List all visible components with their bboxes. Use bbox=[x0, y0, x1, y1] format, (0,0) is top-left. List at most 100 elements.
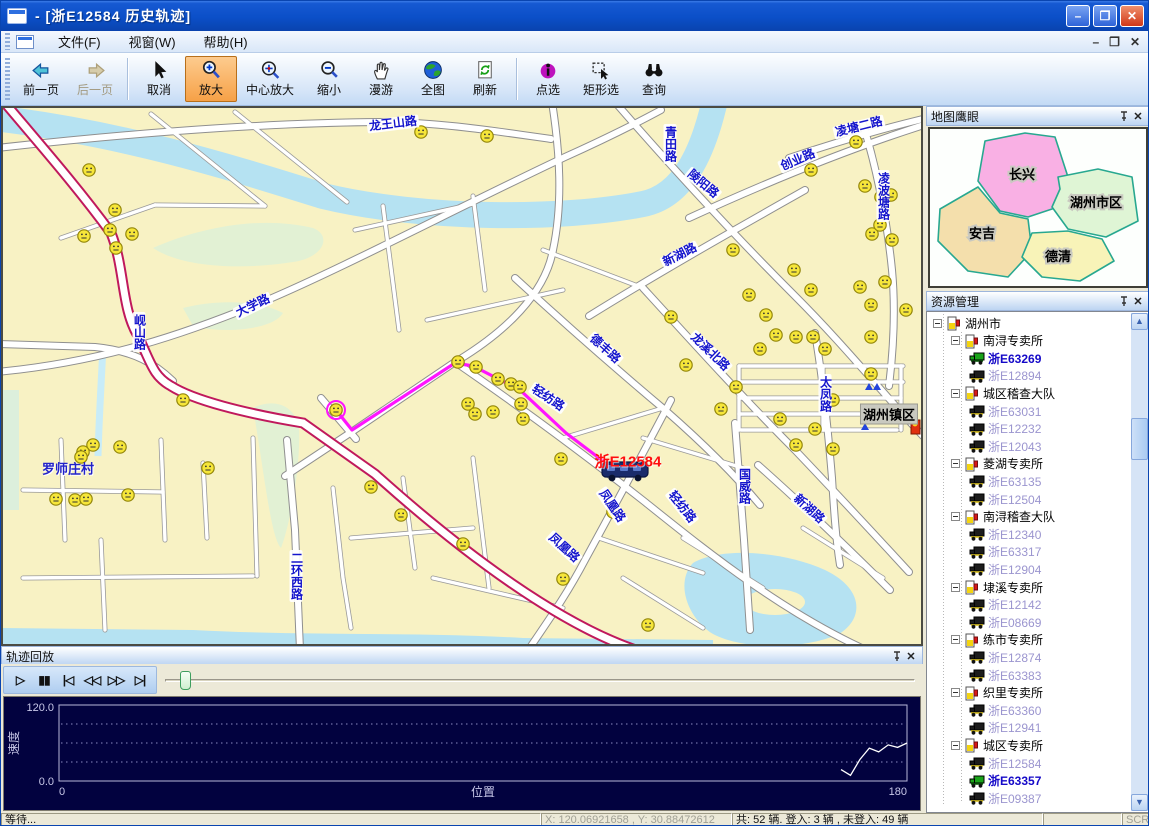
tree-vehicle-浙E63360[interactable]: 浙E63360 bbox=[969, 701, 1041, 719]
resource-close-icon[interactable]: ✕ bbox=[1131, 294, 1145, 308]
map-canvas[interactable] bbox=[3, 108, 921, 644]
vehicle-smiley-marker[interactable] bbox=[452, 356, 464, 368]
vehicle-smiley-marker[interactable] bbox=[642, 619, 654, 631]
vehicle-smiley-marker[interactable] bbox=[788, 264, 800, 276]
vehicle-smiley-marker[interactable] bbox=[110, 242, 122, 254]
fast-forward-button[interactable]: ▷▷ bbox=[104, 669, 128, 691]
collapse-icon[interactable] bbox=[933, 319, 942, 328]
vehicle-smiley-marker[interactable] bbox=[865, 331, 877, 343]
vehicle-smiley-marker[interactable] bbox=[790, 439, 802, 451]
vehicle-smiley-marker[interactable] bbox=[177, 394, 189, 406]
mdi-minimize-button[interactable]: – bbox=[1092, 35, 1099, 49]
map-viewport[interactable]: 龙王山路青田路凌塘二路创业路陵阳路凌波塘路新湖路大学路岘山路德丰路龙溪北路太凤路… bbox=[1, 106, 923, 646]
vehicle-smiley-marker[interactable] bbox=[743, 289, 755, 301]
vehicle-smiley-marker[interactable] bbox=[80, 493, 92, 505]
tree-vehicle-浙E63317[interactable]: 浙E63317 bbox=[969, 543, 1041, 561]
slider-thumb[interactable] bbox=[180, 671, 191, 690]
vehicle-smiley-marker[interactable] bbox=[457, 538, 469, 550]
vehicle-smiley-marker[interactable] bbox=[365, 481, 377, 493]
vehicle-smiley-marker[interactable] bbox=[754, 343, 766, 355]
tree-vehicle-浙E12142[interactable]: 浙E12142 bbox=[969, 596, 1041, 614]
vehicle-smiley-marker[interactable] bbox=[202, 462, 214, 474]
toolbar-button-取消[interactable]: 取消 bbox=[133, 56, 185, 102]
tree-vehicle-浙E63383[interactable]: 浙E63383 bbox=[969, 666, 1041, 684]
tree-node-南浔专卖所[interactable]: 南浔专卖所 bbox=[951, 332, 1043, 350]
tree-node-练市专卖所[interactable]: 练市专卖所 bbox=[951, 631, 1043, 649]
vehicle-smiley-marker[interactable] bbox=[807, 331, 819, 343]
collapse-icon[interactable] bbox=[951, 512, 960, 521]
close-button[interactable]: ✕ bbox=[1120, 5, 1144, 27]
toolbar-button-刷新[interactable]: 刷新 bbox=[459, 56, 511, 102]
vehicle-tree[interactable]: 湖州市南浔专卖所浙E63269浙E12894城区稽查大队浙E63031浙E122… bbox=[926, 311, 1149, 813]
restore-button[interactable]: ❐ bbox=[1093, 5, 1117, 27]
vehicle-smiley-marker[interactable] bbox=[805, 164, 817, 176]
tree-vehicle-浙E12874[interactable]: 浙E12874 bbox=[969, 648, 1041, 666]
mdi-restore-button[interactable]: ❐ bbox=[1109, 35, 1120, 49]
vehicle-smiley-marker[interactable] bbox=[790, 331, 802, 343]
vehicle-smiley-marker[interactable] bbox=[886, 234, 898, 246]
vehicle-smiley-marker[interactable] bbox=[415, 126, 427, 138]
tree-node-城区稽查大队[interactable]: 城区稽查大队 bbox=[951, 384, 1055, 402]
vehicle-smiley-marker[interactable] bbox=[50, 493, 62, 505]
vehicle-smiley-marker[interactable] bbox=[850, 136, 862, 148]
vehicle-smiley-marker[interactable] bbox=[114, 441, 126, 453]
menu-item-0[interactable]: 文件(F) bbox=[44, 30, 115, 53]
pin-icon[interactable] bbox=[1117, 294, 1131, 308]
tree-vehicle-浙E09387[interactable]: 浙E09387 bbox=[969, 789, 1041, 807]
pin-icon[interactable] bbox=[890, 649, 904, 663]
vehicle-smiley-marker[interactable] bbox=[879, 276, 891, 288]
tree-vehicle-浙E12504[interactable]: 浙E12504 bbox=[969, 490, 1041, 508]
collapse-icon[interactable] bbox=[951, 459, 960, 468]
mdi-close-button[interactable]: ✕ bbox=[1130, 35, 1140, 49]
vehicle-smiley-marker[interactable] bbox=[517, 413, 529, 425]
vehicle-smiley-marker[interactable] bbox=[827, 443, 839, 455]
menu-item-2[interactable]: 帮助(H) bbox=[190, 30, 262, 53]
overview-map[interactable]: 长兴湖州市区安吉德清 bbox=[928, 127, 1148, 288]
playback-close-icon[interactable]: ✕ bbox=[904, 649, 918, 663]
playback-slider[interactable] bbox=[165, 669, 915, 691]
collapse-icon[interactable] bbox=[951, 741, 960, 750]
toolbar-button-前一页[interactable]: 前一页 bbox=[14, 56, 68, 102]
vehicle-smiley-marker[interactable] bbox=[665, 311, 677, 323]
tree-node-城区专卖所[interactable]: 城区专卖所 bbox=[951, 736, 1043, 754]
vehicle-smiley-marker[interactable] bbox=[395, 509, 407, 521]
tree-vehicle-浙E08669[interactable]: 浙E08669 bbox=[969, 613, 1041, 631]
pause-button[interactable]: ▮▮ bbox=[32, 669, 56, 691]
minimize-button[interactable]: – bbox=[1066, 5, 1090, 27]
tree-vehicle-浙E12904[interactable]: 浙E12904 bbox=[969, 560, 1041, 578]
pin-icon[interactable] bbox=[1117, 109, 1131, 123]
vehicle-smiley-marker[interactable] bbox=[330, 404, 342, 416]
vehicle-smiley-marker[interactable] bbox=[730, 381, 742, 393]
vehicle-smiley-marker[interactable] bbox=[515, 398, 527, 410]
vehicle-smiley-marker[interactable] bbox=[514, 381, 526, 393]
tree-scrollbar[interactable]: ▲ ▼ bbox=[1131, 313, 1148, 811]
tree-node-菱湖专卖所[interactable]: 菱湖专卖所 bbox=[951, 455, 1043, 473]
vehicle-smiley-marker[interactable] bbox=[774, 413, 786, 425]
collapse-icon[interactable] bbox=[951, 389, 960, 398]
toolbar-button-中心放大[interactable]: 中心放大 bbox=[237, 56, 303, 102]
tree-node-埭溪专卖所[interactable]: 埭溪专卖所 bbox=[951, 578, 1043, 596]
toolbar-button-全图[interactable]: 全图 bbox=[407, 56, 459, 102]
rewind-button[interactable]: ◁◁ bbox=[80, 669, 104, 691]
collapse-icon[interactable] bbox=[951, 336, 960, 345]
scroll-up-icon[interactable]: ▲ bbox=[1131, 313, 1148, 330]
collapse-icon[interactable] bbox=[951, 688, 960, 697]
toolbar-button-放大[interactable]: 放大 bbox=[185, 56, 237, 102]
vehicle-smiley-marker[interactable] bbox=[865, 299, 877, 311]
vehicle-smiley-marker[interactable] bbox=[555, 453, 567, 465]
toolbar-button-查询[interactable]: 查询 bbox=[628, 56, 680, 102]
tree-node-南浔稽查大队[interactable]: 南浔稽查大队 bbox=[951, 508, 1055, 526]
vehicle-smiley-marker[interactable] bbox=[469, 408, 481, 420]
tree-vehicle-浙E12340[interactable]: 浙E12340 bbox=[969, 525, 1041, 543]
toolbar-button-漫游[interactable]: 漫游 bbox=[355, 56, 407, 102]
vehicle-smiley-marker[interactable] bbox=[715, 403, 727, 415]
toolbar-button-矩形选[interactable]: 矩形选 bbox=[574, 56, 628, 102]
vehicle-smiley-marker[interactable] bbox=[805, 284, 817, 296]
menu-grip[interactable] bbox=[5, 33, 10, 50]
vehicle-smiley-marker[interactable] bbox=[104, 224, 116, 236]
vehicle-smiley-marker[interactable] bbox=[78, 230, 90, 242]
play-button[interactable]: ▷ bbox=[8, 669, 32, 691]
menu-item-1[interactable]: 视窗(W) bbox=[115, 30, 190, 53]
toolbar-button-点选[interactable]: 点选 bbox=[522, 56, 574, 102]
tree-vehicle-浙E12941[interactable]: 浙E12941 bbox=[969, 719, 1041, 737]
